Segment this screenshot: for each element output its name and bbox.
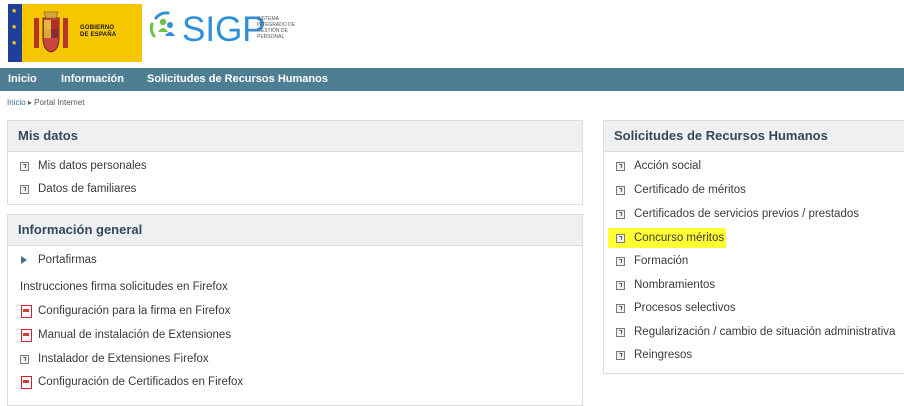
list-item-highlighted[interactable]: Concurso méritos — [604, 226, 904, 250]
list-item[interactable]: Reingresos — [604, 343, 904, 367]
link-arrow-icon — [20, 185, 29, 194]
list-item-label: Acción social — [634, 160, 702, 172]
link-arrow-icon — [616, 328, 625, 337]
list-item[interactable]: Acción social — [604, 154, 904, 178]
breadcrumb-separator-icon: ▸ — [27, 98, 32, 107]
mis-datos-panel: Mis datos Mis datos personales Datos de … — [7, 120, 583, 205]
panel-title: Información general — [8, 215, 582, 246]
section-label-text: Instrucciones firma solicitudes en Firef… — [20, 281, 228, 293]
list-item[interactable]: Certificados de servicios previos / pres… — [604, 202, 904, 226]
nav-inicio[interactable]: Inicio — [8, 68, 37, 91]
sigp-people-icon — [149, 11, 175, 38]
gov-text: GOBIERNO DE ESPAÑA — [80, 25, 116, 39]
list-item-label: Manual de instalación de Extensiones — [38, 329, 232, 341]
list-item[interactable]: Procesos selectivos — [604, 296, 904, 320]
list-item[interactable]: Instalador de Extensiones Firefox — [8, 347, 582, 371]
pdf-icon — [21, 376, 32, 389]
list-item[interactable]: Mis datos personales — [8, 154, 582, 178]
list-item-label: Concurso méritos — [634, 232, 725, 244]
breadcrumb-home-link[interactable]: Inicio — [7, 98, 26, 107]
list-item-label: Procesos selectivos — [634, 302, 736, 314]
site-header: ★ ★ ★ GOBIERNO DE ESPAÑA SIGP SISTEMA IN… — [0, 0, 904, 68]
list-item-label: Datos de familiares — [38, 183, 137, 195]
list-item-label: Configuración para la firma en Firefox — [38, 305, 231, 317]
list-item-label: Certificado de méritos — [634, 184, 746, 196]
panel-title: Solicitudes de Recursos Humanos — [604, 121, 904, 152]
list-item-label: Portafirmas — [38, 254, 97, 266]
gov-line2: DE ESPAÑA — [80, 32, 117, 38]
link-arrow-icon — [20, 355, 29, 364]
sigp-logo-text[interactable]: SIGP — [182, 10, 266, 50]
link-arrow-icon — [616, 257, 625, 266]
link-arrow-icon — [616, 281, 625, 290]
coat-of-arms-icon — [34, 11, 68, 53]
link-arrow-icon — [616, 186, 625, 195]
list-item-label: Reingresos — [634, 349, 693, 361]
list-item[interactable]: Regularización / cambio de situación adm… — [604, 320, 904, 344]
informacion-general-panel: Información general Portafirmas Instrucc… — [7, 214, 583, 406]
portafirmas-item[interactable]: Portafirmas — [8, 248, 582, 272]
pdf-icon — [21, 329, 32, 342]
main-navbar: Inicio Información Solicitudes de Recurs… — [0, 68, 904, 91]
eu-flag-strip: ★ ★ ★ — [8, 4, 22, 62]
list-item-label: Mis datos personales — [38, 160, 147, 172]
breadcrumb-current: Portal Internet — [34, 98, 85, 107]
list-item[interactable]: Manual de instalación de Extensiones — [8, 323, 582, 347]
expand-triangle-icon[interactable] — [21, 256, 27, 264]
nav-solicitudes[interactable]: Solicitudes de Recursos Humanos — [147, 68, 328, 91]
list-item-label: Nombramientos — [634, 279, 716, 291]
list-item-label: Configuración de Certificados en Firefox — [38, 376, 244, 388]
panel-title: Mis datos — [8, 121, 582, 152]
section-label: Instrucciones firma solicitudes en Firef… — [8, 275, 582, 299]
list-item-label: Instalador de Extensiones Firefox — [38, 353, 209, 365]
list-item[interactable]: Formación — [604, 249, 904, 273]
link-arrow-icon — [616, 210, 625, 219]
sigp-sub-line: PERSONAL — [257, 34, 285, 40]
list-item[interactable]: Certificado de méritos — [604, 178, 904, 202]
list-item[interactable]: Nombramientos — [604, 273, 904, 297]
list-item[interactable]: Configuración para la firma en Firefox — [8, 299, 582, 323]
pdf-icon — [21, 305, 32, 318]
gov-line1: GOBIERNO — [80, 25, 115, 31]
list-item-label: Formación — [634, 255, 689, 267]
link-arrow-icon — [616, 304, 625, 313]
nav-informacion[interactable]: Información — [61, 68, 124, 91]
link-arrow-icon — [616, 162, 625, 171]
link-arrow-icon — [20, 162, 29, 171]
list-item[interactable]: Configuración de Certificados en Firefox — [8, 370, 582, 394]
breadcrumb: Inicio ▸ Portal Internet — [7, 98, 84, 107]
list-item[interactable]: Datos de familiares — [8, 177, 582, 201]
link-arrow-icon — [616, 234, 625, 243]
list-item-label: Certificados de servicios previos / pres… — [634, 208, 859, 220]
solicitudes-panel: Solicitudes de Recursos Humanos Acción s… — [603, 120, 904, 374]
gobierno-espana-logo[interactable]: ★ ★ ★ GOBIERNO DE ESPAÑA — [8, 4, 142, 62]
sigp-subtitle: SISTEMA INTEGRADO DE GESTIÓN DE PERSONAL — [257, 16, 295, 40]
list-item-label: Regularización / cambio de situación adm… — [634, 326, 896, 338]
link-arrow-icon — [616, 351, 625, 360]
